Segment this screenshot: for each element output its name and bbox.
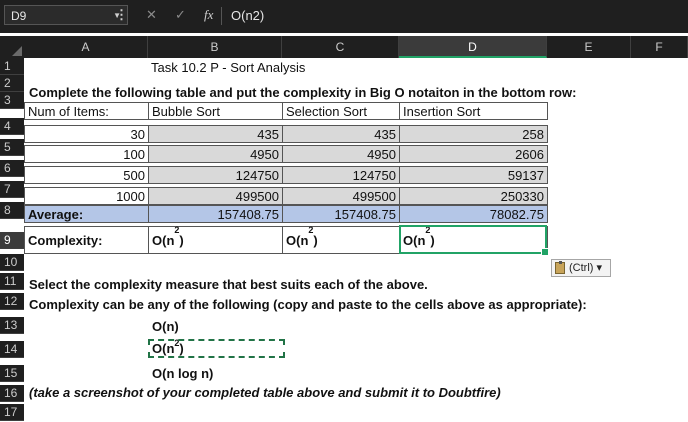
cell-b1-sheet-title[interactable]: Task 10.2 P - Sort Analysis <box>148 59 398 77</box>
cell-a3-header-items[interactable]: Num of Items: <box>24 102 149 120</box>
cell-d4[interactable]: 258 <box>399 125 548 143</box>
cell-a16-submit-note[interactable]: (take a screenshot of your completed tab… <box>26 384 646 402</box>
cell-b9-complexity[interactable]: O(n2) <box>148 226 283 254</box>
row-header-2[interactable]: 2 <box>0 75 24 92</box>
option-base: O(n <box>152 341 175 356</box>
column-header-c[interactable]: C <box>282 36 399 58</box>
name-box[interactable]: D9 ▼ <box>4 5 128 25</box>
complexity-exponent: 2 <box>308 225 314 235</box>
column-header-e[interactable]: E <box>547 36 631 58</box>
cell-a11-select-instructions[interactable]: Select the complexity measure that best … <box>26 276 626 294</box>
paste-options-label: (Ctrl) ▾ <box>569 262 603 274</box>
cell-b14-option-on2[interactable]: O(n2) <box>149 338 283 358</box>
insert-function-icon[interactable]: fx <box>204 6 213 24</box>
row-header-12[interactable]: 12 <box>0 293 24 310</box>
complexity-exponent: 2 <box>174 225 180 235</box>
cell-a12-options-instructions[interactable]: Complexity can be any of the following (… <box>26 296 686 314</box>
cell-c8-average[interactable]: 157408.75 <box>282 205 400 223</box>
complexity-exponent: 2 <box>425 225 431 235</box>
select-all-icon <box>12 46 22 56</box>
cell-b4[interactable]: 435 <box>148 125 283 143</box>
more-options-icon[interactable]: ⋮ <box>115 6 128 24</box>
cell-d3-header-insertion[interactable]: Insertion Sort <box>399 102 548 120</box>
cell-a9-complexity-label[interactable]: Complexity: <box>24 226 149 254</box>
complexity-base: O(n <box>152 233 175 248</box>
row-header-7[interactable]: 7 <box>0 181 24 198</box>
option-close: ) <box>179 341 184 356</box>
cell-c3-header-selection[interactable]: Selection Sort <box>282 102 400 120</box>
cell-c4[interactable]: 435 <box>282 125 400 143</box>
cell-a4[interactable]: 30 <box>24 125 149 143</box>
row-header-10[interactable]: 10 <box>0 254 24 271</box>
formula-bar-divider <box>221 7 222 25</box>
column-header-bar: A B C D E F <box>0 36 688 58</box>
cell-d8-average[interactable]: 78082.75 <box>399 205 548 223</box>
row-header-11[interactable]: 11 <box>0 273 24 290</box>
column-header-a[interactable]: A <box>24 36 148 58</box>
complexity-close: ) <box>430 233 435 248</box>
select-all-corner[interactable] <box>0 36 24 58</box>
row-header-13[interactable]: 13 <box>0 317 24 334</box>
cancel-icon[interactable]: ✕ <box>146 6 157 24</box>
complexity-close: ) <box>179 233 184 248</box>
cell-b6[interactable]: 124750 <box>148 166 283 184</box>
row-header-6[interactable]: 6 <box>0 160 24 177</box>
cell-a5[interactable]: 100 <box>24 145 149 163</box>
cell-d6[interactable]: 59137 <box>399 166 548 184</box>
cell-b13-option-on[interactable]: O(n) <box>149 318 283 336</box>
row-header-15[interactable]: 15 <box>0 365 24 382</box>
cell-b7[interactable]: 499500 <box>148 187 283 205</box>
row-header-1[interactable]: 1 <box>0 58 24 75</box>
row-header-17[interactable]: 17 <box>0 404 24 421</box>
row-header-16[interactable]: 16 <box>0 385 24 402</box>
row-header-14[interactable]: 14 <box>0 341 24 358</box>
column-header-f[interactable]: F <box>631 36 688 58</box>
row-header-5[interactable]: 5 <box>0 139 24 156</box>
complexity-base: O(n <box>403 233 426 248</box>
complexity-base: O(n <box>286 233 309 248</box>
cell-a2-instructions[interactable]: Complete the following table and put the… <box>26 84 686 102</box>
cell-d7[interactable]: 250330 <box>399 187 548 205</box>
cell-c9-complexity[interactable]: O(n2) <box>282 226 400 254</box>
enter-icon[interactable]: ✓ <box>175 6 186 24</box>
cell-b5[interactable]: 4950 <box>148 145 283 163</box>
cell-d5[interactable]: 2606 <box>399 145 548 163</box>
cell-b8-average[interactable]: 157408.75 <box>148 205 283 223</box>
option-exponent: 2 <box>174 338 180 348</box>
column-header-b[interactable]: B <box>148 36 282 58</box>
name-box-value: D9 <box>11 9 27 23</box>
clipboard-icon <box>555 261 565 274</box>
paste-options-button[interactable]: (Ctrl) ▾ <box>551 259 611 277</box>
formula-input[interactable]: O(n2) <box>231 6 681 26</box>
complexity-close: ) <box>313 233 318 248</box>
cell-c6[interactable]: 124750 <box>282 166 400 184</box>
cell-b3-header-bubble[interactable]: Bubble Sort <box>148 102 283 120</box>
cell-c5[interactable]: 4950 <box>282 145 400 163</box>
cell-c7[interactable]: 499500 <box>282 187 400 205</box>
row-header-8[interactable]: 8 <box>0 202 24 219</box>
formula-bar: D9 ▼ ⋮ ✕ ✓ fx O(n2) <box>0 0 688 33</box>
cell-a7[interactable]: 1000 <box>24 187 149 205</box>
cell-a6[interactable]: 500 <box>24 166 149 184</box>
cell-a8-average-label[interactable]: Average: <box>24 205 149 223</box>
row-header-3[interactable]: 3 <box>0 92 24 109</box>
column-header-d[interactable]: D <box>399 36 547 58</box>
cell-d9-complexity[interactable]: O(n2) <box>399 226 548 254</box>
row-header-9[interactable]: 9 <box>0 232 24 249</box>
row-header-4[interactable]: 4 <box>0 118 24 135</box>
cell-b15-option-onlogn[interactable]: O(n log n) <box>149 365 283 383</box>
excel-window: D9 ▼ ⋮ ✕ ✓ fx O(n2) A B C D E F 1 2 3 4 … <box>0 0 688 422</box>
